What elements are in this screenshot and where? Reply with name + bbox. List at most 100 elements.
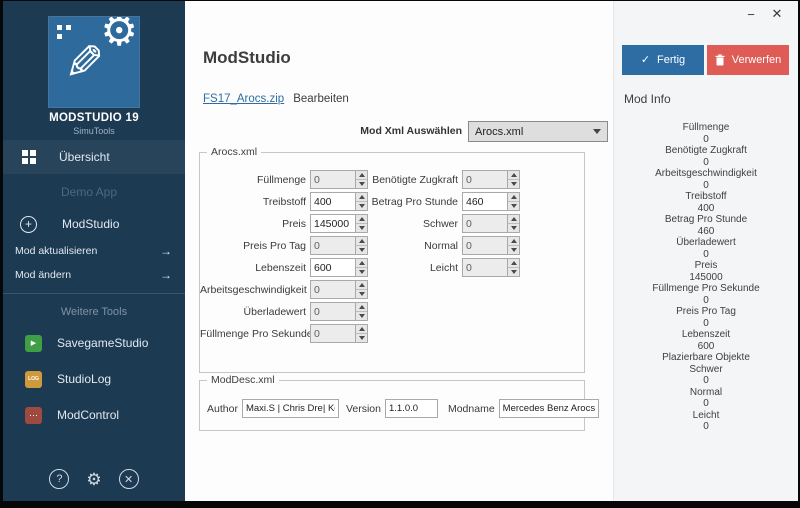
mod-info-line: 145000: [618, 272, 794, 284]
number-spinner: [310, 258, 368, 277]
main-content: ModStudio FS17_Arocs.zipBearbeiten Mod X…: [185, 1, 613, 501]
author-field[interactable]: [242, 399, 339, 418]
spinner-down-icon: [356, 289, 367, 298]
trash-icon: [715, 54, 725, 66]
finish-button[interactable]: ✓ Fertig: [622, 45, 704, 75]
finish-button-label: Fertig: [657, 54, 685, 66]
spinner-down-icon[interactable]: [508, 201, 519, 210]
arocs-groupbox: Arocs.xml Füllmenge Treibstoff: [199, 152, 585, 373]
sidebar-item-mod-aktualisieren[interactable]: Mod aktualisieren →: [3, 240, 185, 262]
modname-label: Modname: [448, 403, 495, 415]
qr-dots-icon: [57, 25, 62, 30]
field-label: Überladewert: [200, 306, 306, 318]
mod-info-line: Füllmenge Pro Sekunde: [618, 283, 794, 295]
sidebar-item-label: Demo App: [61, 185, 117, 199]
number-input: [310, 324, 355, 343]
sidebar-item-label: StudioLog: [57, 372, 111, 386]
plus-circle-icon: +: [20, 216, 37, 233]
app-logo: ✎ ⚙: [48, 16, 140, 108]
xml-select-dropdown[interactable]: Arocs.xml: [468, 121, 608, 142]
sidebar-item-label: Übersicht: [59, 150, 110, 164]
mod-info-line: Überladewert: [618, 237, 794, 249]
file-link[interactable]: FS17_Arocs.zip: [203, 93, 284, 105]
number-input[interactable]: [310, 214, 355, 233]
number-spinner: [462, 192, 520, 211]
field-label: Füllmenge Pro Sekunde: [200, 328, 306, 340]
sidebar-item-label: ModControl: [57, 408, 119, 422]
number-input: [310, 236, 355, 255]
number-input: [462, 170, 507, 189]
sidebar-item-label: SavegameStudio: [57, 336, 148, 350]
sidebar-item-uebersicht[interactable]: Übersicht: [3, 140, 185, 174]
field-label: Treibstoff: [200, 196, 306, 208]
spinner-buttons: [507, 192, 520, 211]
sidebar-bottom-bar: ? ⚙ ✕: [3, 469, 185, 489]
spinner-up-icon: [356, 281, 367, 289]
field-label: Normal: [364, 240, 458, 252]
number-spinner: [310, 192, 368, 211]
mod-info-line: Füllmenge: [618, 122, 794, 134]
settings-button[interactable]: ⚙: [86, 471, 101, 488]
field-label: Füllmenge: [200, 174, 306, 186]
modname-field[interactable]: [499, 399, 599, 418]
close-button[interactable]: ✕: [764, 4, 790, 24]
arrow-right-icon: →: [160, 268, 172, 282]
grid-icon: [22, 150, 36, 164]
sidebar-item-studiolog[interactable]: LOG StudioLog: [3, 362, 185, 396]
mod-info-line: Preis Pro Tag: [618, 306, 794, 318]
mod-info-list: Füllmenge0Benötigte Zugkraft0Arbeitsgesc…: [618, 122, 794, 433]
help-button[interactable]: ?: [49, 469, 69, 489]
mod-info-line: Normal: [618, 387, 794, 399]
sidebar-item-label: Mod aktualisieren: [15, 245, 97, 257]
field-label: Leicht: [364, 262, 458, 274]
mod-info-line: 0: [618, 134, 794, 146]
spinner-down-icon: [356, 333, 367, 342]
number-spinner: [310, 214, 368, 233]
field-label: Preis: [200, 218, 306, 230]
brand-subtitle: SimuTools: [3, 126, 185, 136]
number-input[interactable]: [310, 192, 355, 211]
field-label: Preis Pro Tag: [200, 240, 306, 252]
mod-info-line: Preis: [618, 260, 794, 272]
author-label: Author: [207, 403, 238, 415]
mod-info-line: Arbeitsgeschwindigkeit: [618, 168, 794, 180]
pencil-icon: ✎: [57, 41, 105, 81]
number-input: [310, 302, 355, 321]
minimize-button[interactable]: −: [738, 4, 764, 24]
sidebar: ✎ ⚙ MODSTUDIO 19 SimuTools Übersicht Dem…: [3, 1, 185, 501]
field-preis-pro-tag: Preis Pro Tag: [200, 236, 368, 255]
brand-title: MODSTUDIO 19: [3, 112, 185, 124]
number-input[interactable]: [310, 258, 355, 277]
mod-info-line: Lebenszeit: [618, 329, 794, 341]
window-controls: − ✕: [738, 4, 790, 24]
sidebar-item-modcontrol[interactable]: ⋯ ModControl: [3, 398, 185, 432]
sidebar-item-savegamestudio[interactable]: ▶ SavegameStudio: [3, 326, 185, 360]
spinner-buttons: [507, 170, 520, 189]
sidebar-item-modstudio[interactable]: + ModStudio: [3, 208, 185, 240]
spinner-down-icon: [508, 245, 519, 254]
sidebar-item-mod-aendern[interactable]: Mod ändern →: [3, 264, 185, 286]
spinner-up-icon[interactable]: [508, 193, 519, 201]
number-input: [462, 258, 507, 277]
field-ueberladewert: Überladewert: [200, 302, 368, 321]
mod-info-line: Benötigte Zugkraft: [618, 145, 794, 157]
file-row: FS17_Arocs.zipBearbeiten: [203, 93, 349, 105]
version-field[interactable]: [385, 399, 438, 418]
spinner-up-icon: [356, 325, 367, 333]
spinner-buttons: [507, 214, 520, 233]
number-input: [310, 280, 355, 299]
sidebar-divider: [3, 293, 185, 294]
number-spinner: [310, 170, 368, 189]
number-input: [310, 170, 355, 189]
chevron-down-icon: [593, 129, 601, 134]
number-input[interactable]: [462, 192, 507, 211]
mod-info-line: 0: [618, 318, 794, 330]
discard-button[interactable]: Verwerfen: [707, 45, 789, 75]
number-spinner: [462, 170, 520, 189]
field-fuellmenge: Füllmenge: [200, 170, 368, 189]
exit-button[interactable]: ✕: [119, 469, 139, 489]
spinner-buttons: [507, 236, 520, 255]
question-icon: ?: [56, 473, 62, 485]
mod-info-line: Schwer: [618, 364, 794, 376]
number-spinner: [310, 324, 368, 343]
